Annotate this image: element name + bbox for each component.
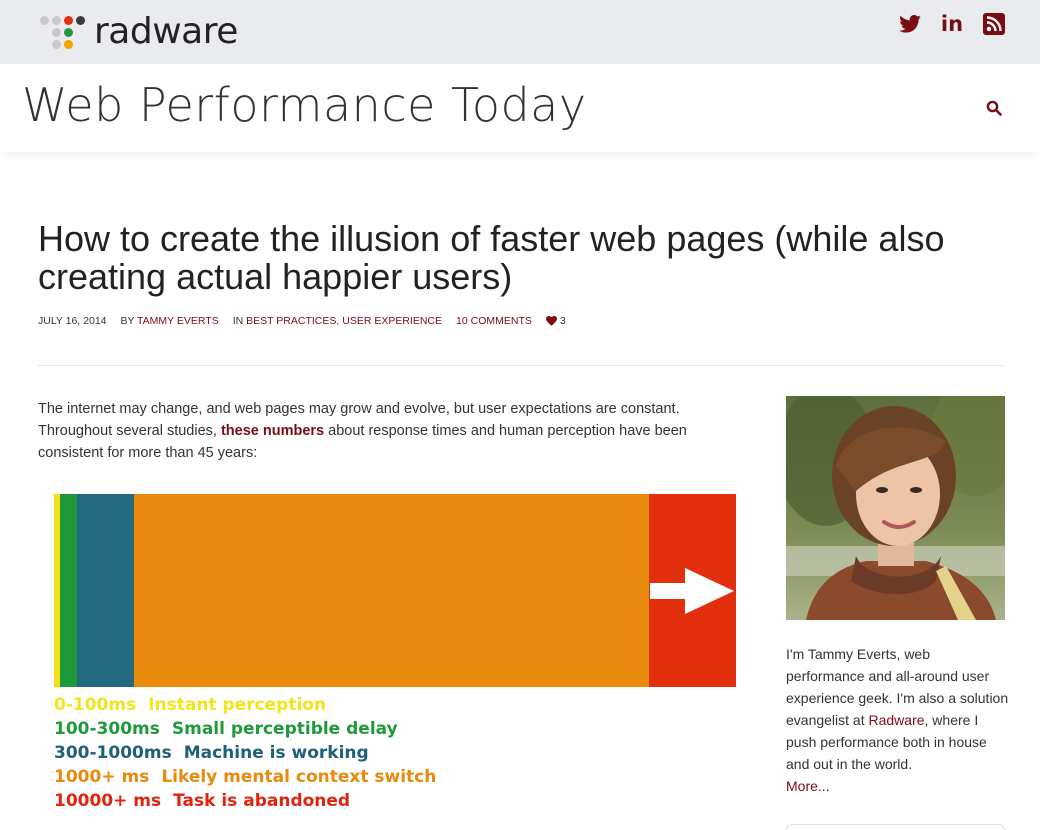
linkedin-label: in [940, 12, 964, 36]
legend-desc: Likely mental context switch [161, 767, 437, 787]
author-bio: I'm Tammy Everts, web performance and al… [786, 643, 1010, 797]
legend-desc: Instant perception [148, 695, 327, 715]
post-date: JULY 16, 2014 [38, 315, 107, 327]
like-count: 3 [559, 315, 566, 327]
legend-range: 1000+ ms [54, 767, 150, 787]
legend-range: 10000+ ms [54, 791, 162, 811]
machine-band [77, 494, 134, 687]
in-prefix: IN [232, 315, 247, 327]
by-prefix: BY [120, 315, 138, 327]
context-band [134, 494, 649, 687]
divider [38, 365, 1004, 366]
post-title: How to create the illusion of faster web… [38, 218, 945, 297]
sidebar-widget [786, 824, 1005, 830]
radware-logo[interactable]: radware [38, 12, 238, 52]
author-link[interactable]: TAMMY EVERTS [137, 315, 219, 327]
legend-range: 100-300ms [54, 719, 160, 739]
logo-dots-icon [38, 14, 90, 50]
small-delay-band [60, 494, 77, 687]
like-button[interactable]: 3 [545, 315, 566, 327]
legend-desc: Small perceptible delay [171, 719, 398, 739]
site-header: Web Performance Today [0, 64, 1040, 152]
logo-text: radware [94, 11, 238, 52]
legend-row-context: 1000+ ms Likely mental context switch [54, 765, 436, 789]
legend-row-small-delay: 100-300ms Small perceptible delay [54, 717, 436, 741]
these-numbers-link[interactable]: these numbers [221, 423, 324, 439]
top-bar: radware in [0, 0, 1040, 64]
site-title[interactable]: Web Performance Today [22, 78, 587, 132]
legend-desc: Task is abandoned [173, 791, 351, 811]
legend-row-abandoned: 10000+ ms Task is abandoned [54, 789, 436, 813]
response-time-figure [54, 494, 736, 687]
post-categories: IN BEST PRACTICES, USER EXPERIENCE [233, 315, 442, 327]
rss-icon[interactable] [982, 12, 1006, 36]
legend-desc: Machine is working [183, 743, 369, 763]
radware-link[interactable]: Radware [869, 712, 925, 728]
legend-row-instant: 0-100ms Instant perception [54, 693, 436, 717]
post-meta: JULY 16, 2014 BY TAMMY EVERTS IN BEST PR… [38, 315, 566, 327]
linkedin-icon[interactable]: in [940, 12, 964, 36]
twitter-icon[interactable] [898, 12, 922, 36]
comments-link[interactable]: 10 COMMENTS [456, 315, 532, 327]
social-links: in [898, 12, 1006, 36]
author-avatar[interactable] [786, 396, 1005, 620]
instant-band [54, 494, 60, 687]
legend-range: 0-100ms [54, 695, 137, 715]
heart-icon [545, 316, 557, 326]
legend-row-machine: 300-1000ms Machine is working [54, 741, 436, 765]
more-link[interactable]: More... [786, 778, 830, 794]
post-author: BY TAMMY EVERTS [121, 315, 219, 327]
legend-range: 300-1000ms [54, 743, 172, 763]
figure-legend: 0-100ms Instant perception 100-300ms Small… [54, 693, 436, 813]
categories-link[interactable]: BEST PRACTICES, USER EXPERIENCE [246, 315, 442, 327]
intro-paragraph: The internet may change, and web pages m… [38, 398, 738, 464]
search-icon[interactable] [986, 100, 1004, 118]
